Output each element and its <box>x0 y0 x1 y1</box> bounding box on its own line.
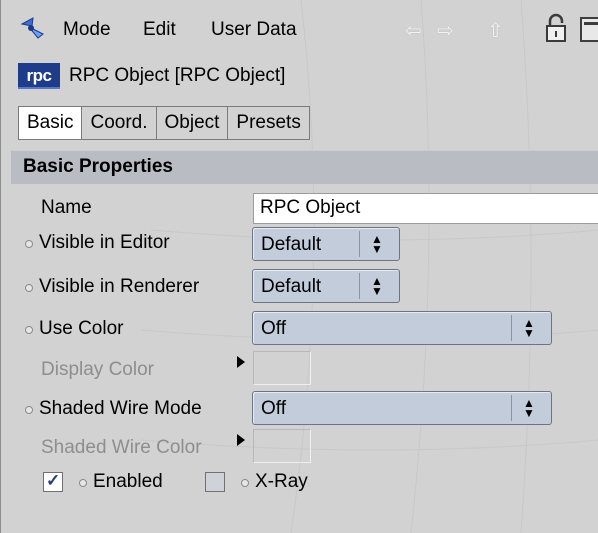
visible-editor-value: Default <box>261 234 322 255</box>
dropdown-separator <box>359 231 360 257</box>
use-color-label: Use Color <box>39 318 124 339</box>
visible-editor-label: Visible in Editor <box>39 232 170 253</box>
visible-renderer-dropdown[interactable]: Default ▲ ▼ <box>252 269 400 303</box>
visible-renderer-label: Visible in Renderer <box>39 276 200 297</box>
animation-dot-icon[interactable] <box>25 240 33 248</box>
section-header[interactable]: Basic Properties <box>11 150 598 184</box>
panel-icon[interactable] <box>580 17 598 42</box>
visible-editor-dropdown[interactable]: Default ▲ ▼ <box>252 227 400 261</box>
tab-coord[interactable]: Coord. <box>82 106 157 140</box>
tab-bar: Basic Coord. Object Presets <box>18 106 310 140</box>
section-title: Basic Properties <box>23 156 173 177</box>
updown-arrows-icon: ▲ ▼ <box>371 232 383 256</box>
tab-basic[interactable]: Basic <box>18 106 83 140</box>
xray-label: X-Ray <box>255 471 308 492</box>
shaded-wire-mode-value: Off <box>261 398 286 419</box>
object-title: RPC Object [RPC Object] <box>69 65 286 86</box>
name-input[interactable]: RPC Object <box>253 193 598 224</box>
menu-edit[interactable]: Edit <box>143 19 176 41</box>
menu-mode[interactable]: Mode <box>63 19 111 41</box>
object-header: rpc RPC Object [RPC Object] <box>1 58 598 94</box>
expand-arrow-icon[interactable] <box>237 434 245 446</box>
rpc-object-icon: rpc <box>18 63 60 89</box>
updown-arrows-icon: ▲ ▼ <box>523 316 535 340</box>
expand-arrow-icon[interactable] <box>237 356 245 368</box>
menu-user-data[interactable]: User Data <box>211 19 297 41</box>
dropdown-separator <box>511 315 512 341</box>
visible-renderer-value: Default <box>261 276 322 297</box>
shaded-wire-mode-label: Shaded Wire Mode <box>39 398 202 419</box>
animation-dot-icon[interactable] <box>25 406 33 414</box>
shaded-wire-mode-dropdown[interactable]: Off ▲ ▼ <box>252 391 552 425</box>
display-color-label: Display Color <box>41 359 154 380</box>
lock-icon[interactable] <box>545 13 567 49</box>
updown-arrows-icon: ▲ ▼ <box>371 274 383 298</box>
animation-dot-icon[interactable] <box>241 479 249 487</box>
up-arrow-icon[interactable]: ⇧ <box>487 18 504 43</box>
animation-dot-icon[interactable] <box>25 326 33 334</box>
name-label: Name <box>41 197 92 218</box>
shaded-wire-color-swatch[interactable] <box>253 429 311 463</box>
back-arrow-icon[interactable]: ⇦ <box>405 18 422 43</box>
checkmark-icon: ✓ <box>46 471 61 490</box>
forward-arrow-icon[interactable]: ⇨ <box>437 18 454 43</box>
shaded-wire-color-label: Shaded Wire Color <box>41 437 202 458</box>
animation-dot-icon[interactable] <box>79 479 87 487</box>
menu-bar: Mode Edit User Data ⇦ ⇨ ⇧ <box>7 8 598 50</box>
enabled-label: Enabled <box>93 471 163 492</box>
enabled-checkbox[interactable]: ✓ <box>43 471 63 492</box>
dropdown-separator <box>511 395 512 421</box>
animation-dot-icon[interactable] <box>25 284 33 292</box>
tab-object[interactable]: Object <box>156 106 229 140</box>
use-color-value: Off <box>261 318 286 339</box>
tab-presets[interactable]: Presets <box>228 106 310 140</box>
updown-arrows-icon: ▲ ▼ <box>523 396 535 420</box>
display-color-swatch[interactable] <box>253 351 311 385</box>
use-color-dropdown[interactable]: Off ▲ ▼ <box>252 311 552 345</box>
xray-checkbox[interactable] <box>205 472 225 492</box>
attribute-manager: Mode Edit User Data ⇦ ⇨ ⇧ rpc RPC Object… <box>0 0 598 533</box>
dropdown-separator <box>359 273 360 299</box>
app-icon[interactable] <box>19 14 49 48</box>
